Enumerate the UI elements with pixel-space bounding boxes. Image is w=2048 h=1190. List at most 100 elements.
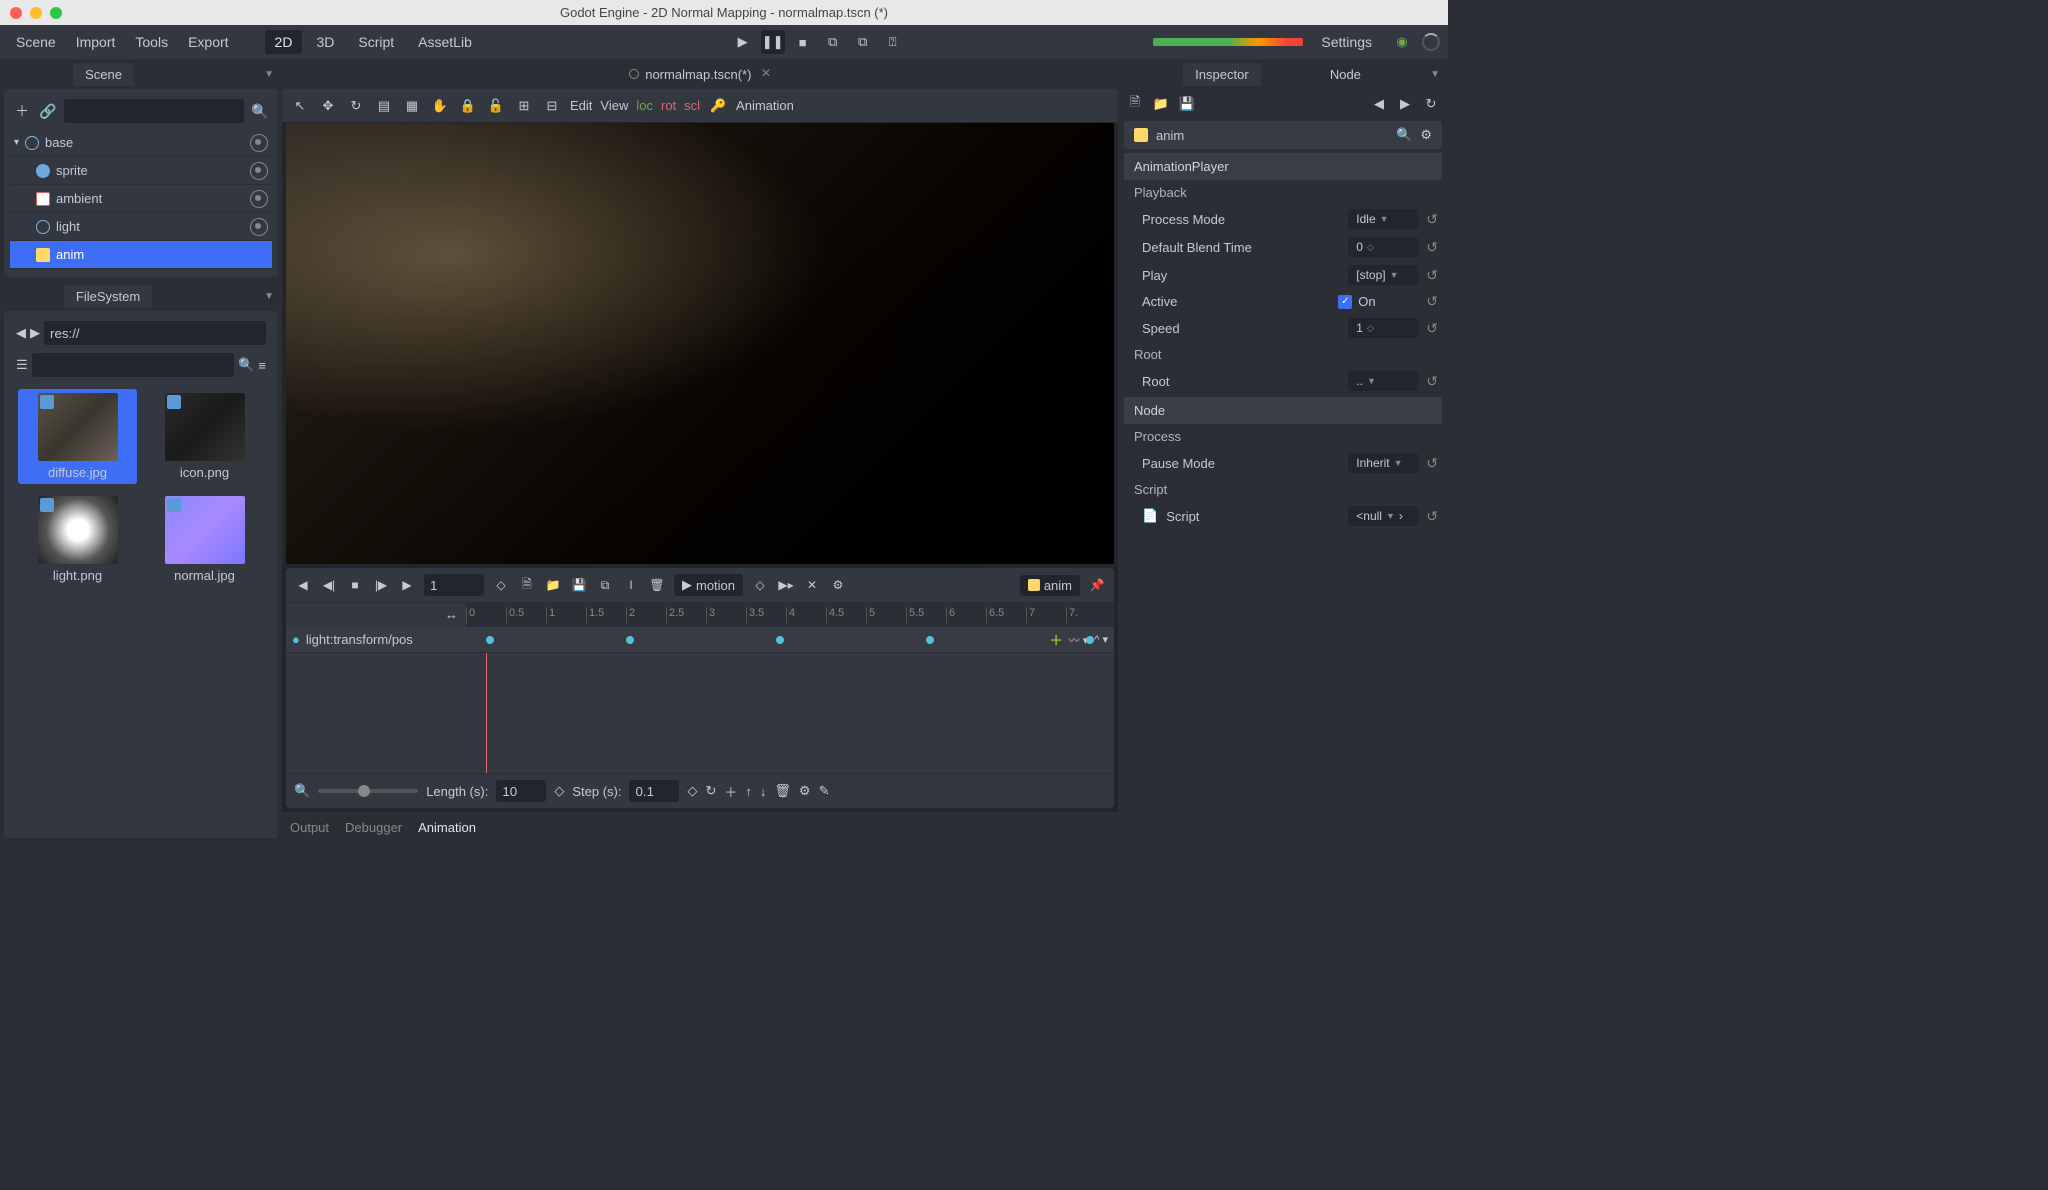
select-tool-icon[interactable]: ↖ <box>290 96 310 116</box>
open-resource-button[interactable]: 📁 <box>1152 95 1170 113</box>
visibility-toggle[interactable] <box>250 190 268 208</box>
view-menu[interactable]: View <box>600 98 628 113</box>
anim-step-back-button[interactable]: ◀| <box>320 576 338 594</box>
visibility-toggle[interactable] <box>250 134 268 152</box>
debugger-tab[interactable]: Debugger <box>345 820 402 835</box>
play-scene-button[interactable]: ⧉ <box>821 30 845 54</box>
new-resource-button[interactable]: 🗎 <box>1126 95 1144 113</box>
timeline-zoom-out-icon[interactable]: 🔍 <box>294 783 310 799</box>
scale-tool-icon[interactable]: ▤ <box>374 96 394 116</box>
remove-track-button[interactable]: 🗑 <box>774 783 791 799</box>
menu-scene[interactable]: Scene <box>8 30 64 54</box>
anim-play-button[interactable]: ▶ <box>398 576 416 594</box>
scene-search-input[interactable] <box>64 99 244 123</box>
add-keyframe-button[interactable]: ＋ <box>1050 630 1063 649</box>
category-playback[interactable]: Playback <box>1118 180 1448 205</box>
file-light.png[interactable]: light.png <box>18 492 137 587</box>
search-icon[interactable]: 🔍 <box>250 101 270 121</box>
keyframe[interactable] <box>1086 636 1094 644</box>
refresh-button[interactable]: ↻ <box>1422 95 1440 113</box>
anim-blend-button[interactable]: ✕ <box>803 576 821 594</box>
anim-frame-input[interactable] <box>424 574 484 596</box>
cleanup-button[interactable]: ✎ <box>819 783 830 799</box>
menu-import[interactable]: Import <box>68 30 124 54</box>
mode-assetlib-button[interactable]: AssetLib <box>408 30 482 54</box>
loop-button[interactable]: ↻ <box>705 783 716 799</box>
menu-tools[interactable]: Tools <box>127 30 176 54</box>
insp-dock-menu-caret[interactable]: ▼ <box>1430 69 1440 80</box>
file-normal.jpg[interactable]: normal.jpg <box>145 492 264 587</box>
list-view-button[interactable]: ≡ <box>258 358 266 373</box>
inspector-search-button[interactable]: 🔍 <box>1396 127 1412 143</box>
file-icon.png[interactable]: icon.png <box>145 389 264 484</box>
inspector-tab[interactable]: Inspector <box>1183 63 1260 86</box>
anim-clip-select[interactable]: ▶motion <box>674 574 743 596</box>
scene-tab[interactable]: Scene <box>73 63 134 86</box>
dock-menu-caret[interactable]: ▼ <box>264 69 274 80</box>
move-down-button[interactable]: ↓ <box>760 784 767 799</box>
visibility-toggle[interactable] <box>250 218 268 236</box>
anim-rename-button[interactable]: I <box>622 576 640 594</box>
keyframe[interactable] <box>486 636 494 644</box>
anim-new-button[interactable]: 🗎 <box>518 576 536 594</box>
nav-forward-button[interactable]: ▶ <box>30 325 40 341</box>
menu-export[interactable]: Export <box>180 30 236 54</box>
prop-value[interactable]: .. ▼ <box>1348 371 1418 391</box>
rotate-tool-icon[interactable]: ↻ <box>346 96 366 116</box>
close-window-button[interactable] <box>10 7 22 19</box>
reset-icon[interactable]: ↺ <box>1426 211 1438 228</box>
animation-track[interactable]: ● light:transform/pos ＋ 〰 ▾ ^ ▾ <box>286 627 1114 653</box>
keyframe[interactable] <box>626 636 634 644</box>
category-root[interactable]: Root <box>1118 342 1448 367</box>
mode-2d-button[interactable]: 2D <box>265 30 303 54</box>
track-settings-button[interactable]: ⚙ <box>799 783 811 799</box>
prop-value[interactable]: Idle ▼ <box>1348 209 1418 229</box>
save-resource-button[interactable]: 💾 <box>1178 95 1196 113</box>
anim-open-button[interactable]: 📁 <box>544 576 562 594</box>
visibility-toggle[interactable] <box>250 162 268 180</box>
stop-button[interactable]: ■ <box>791 30 815 54</box>
play-custom-scene-button[interactable]: ⧉ <box>851 30 875 54</box>
anim-player-select[interactable]: anim <box>1020 575 1080 596</box>
anim-save-button[interactable]: 💾 <box>570 576 588 594</box>
checkbox[interactable]: ✓ <box>1338 295 1352 309</box>
snap-grid-icon[interactable]: ⊞ <box>514 96 534 116</box>
step-input[interactable] <box>629 780 679 802</box>
timeline-zoom-icon[interactable]: ↔ <box>445 607 458 623</box>
reset-icon[interactable]: ↺ <box>1426 239 1438 256</box>
step-stepper-icon[interactable]: ◇ <box>687 783 697 799</box>
maximize-window-button[interactable] <box>50 7 62 19</box>
filesystem-tab[interactable]: FileSystem <box>64 285 152 308</box>
mode-script-button[interactable]: Script <box>348 30 404 54</box>
keyframe[interactable] <box>776 636 784 644</box>
playhead[interactable] <box>486 653 487 773</box>
zoom-slider[interactable] <box>318 789 418 793</box>
node-tab[interactable]: Node <box>1318 63 1373 86</box>
reset-icon[interactable]: ↺ <box>1426 373 1438 390</box>
anim-pin-button[interactable]: 📌 <box>1088 576 1106 594</box>
play-button[interactable]: ▶ <box>731 30 755 54</box>
length-stepper-icon[interactable]: ◇ <box>554 783 564 799</box>
anim-tools-button[interactable]: ⚙ <box>829 576 847 594</box>
prop-value[interactable]: 1 ◇ <box>1348 318 1418 338</box>
history-back-button[interactable]: ◀ <box>1370 95 1388 113</box>
keyframe[interactable] <box>926 636 934 644</box>
key-insert-icon[interactable]: 🔑 <box>708 96 728 116</box>
scene-node-ambient[interactable]: ambient <box>10 185 272 213</box>
process-category[interactable]: Process <box>1118 424 1448 449</box>
gizmo-scl[interactable]: scl <box>684 98 700 113</box>
stepper-icon[interactable]: ◇ <box>492 576 510 594</box>
anim-stop-button[interactable]: ■ <box>346 576 364 594</box>
history-fwd-button[interactable]: ▶ <box>1396 95 1414 113</box>
scene-node-light[interactable]: light <box>10 213 272 241</box>
fs-search-icon[interactable]: 🔍 <box>238 357 254 373</box>
lock-tool-icon[interactable]: 🔒 <box>458 96 478 116</box>
minimize-window-button[interactable] <box>30 7 42 19</box>
reset-icon[interactable]: ↺ <box>1426 267 1438 284</box>
move-up-button[interactable]: ↑ <box>745 784 752 799</box>
prop-value[interactable]: [stop] ▼ <box>1348 265 1418 285</box>
gizmo-rot[interactable]: rot <box>661 98 676 113</box>
scene-node-base[interactable]: ▾base <box>10 129 272 157</box>
anim-autoplay-button[interactable]: ▶▸ <box>777 576 795 594</box>
reset-icon[interactable]: ↺ <box>1426 320 1438 337</box>
